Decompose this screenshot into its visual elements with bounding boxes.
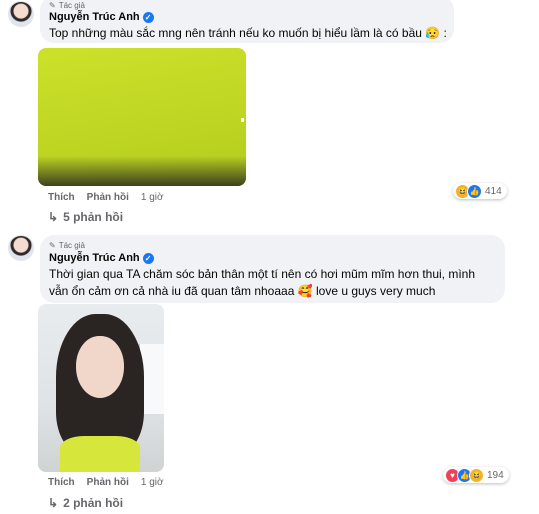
reaction-count: 194	[487, 469, 504, 481]
timestamp[interactable]: 1 giờ	[141, 477, 164, 488]
verified-badge-icon: ✓	[142, 252, 154, 264]
photo-highlight	[241, 118, 244, 122]
author-name[interactable]: Nguyễn Trúc Anh ✓	[49, 11, 154, 23]
photo-shirt	[60, 436, 140, 472]
replies-count-label: 2 phản hồi	[63, 496, 124, 510]
photo-shadow	[38, 156, 246, 186]
reaction-summary[interactable]: ♥ 👍 😆 194	[443, 467, 509, 483]
reply-button[interactable]: Phản hồi	[87, 192, 129, 203]
avatar[interactable]	[8, 235, 34, 261]
timestamp[interactable]: 1 giờ	[141, 192, 164, 203]
author-tag-label: Tác giả	[58, 1, 85, 10]
verified-badge-icon: ✓	[142, 11, 154, 23]
comment-actions: Thích Phản hồi 1 giờ	[48, 477, 164, 488]
reaction-count: 414	[485, 185, 502, 197]
author-tag: ✎ Tác giả	[49, 1, 85, 10]
author-tag-label: Tác giả	[58, 241, 85, 250]
reply-button[interactable]: Phản hồi	[87, 477, 129, 488]
comment-text-line-2: vẫn ổn cảm ơn cả nhà iu đã quan tâm nhoa…	[49, 284, 436, 298]
author-name-label: Nguyễn Trúc Anh	[49, 11, 140, 23]
pencil-icon: ✎	[49, 241, 56, 250]
author-name-label: Nguyễn Trúc Anh	[49, 252, 140, 264]
view-replies-link[interactable]: ↳ 2 phản hồi	[48, 496, 123, 510]
photo-face	[76, 336, 124, 398]
comment-photo[interactable]	[38, 304, 164, 472]
view-replies-link[interactable]: ↳ 5 phản hồi	[48, 210, 123, 224]
pencil-icon: ✎	[49, 1, 56, 10]
author-name[interactable]: Nguyễn Trúc Anh ✓	[49, 252, 154, 264]
like-button[interactable]: Thích	[48, 192, 75, 203]
reply-arrow-icon: ↳	[48, 496, 59, 510]
haha-reaction-icon: 😆	[469, 467, 484, 483]
comment-bubble: ✎ Tác giả Nguyễn Trúc Anh ✓ Top những mà…	[40, 0, 454, 43]
reaction-summary[interactable]: 😆 👍 414	[453, 183, 507, 199]
comment-actions: Thích Phản hồi 1 giờ	[48, 192, 164, 203]
like-reaction-icon: 👍	[467, 183, 482, 199]
replies-count-label: 5 phản hồi	[63, 210, 124, 224]
like-button[interactable]: Thích	[48, 477, 75, 488]
reply-arrow-icon: ↳	[48, 210, 59, 224]
comment-text: Top những màu sắc mng nên tránh nếu ko m…	[49, 26, 447, 40]
comment-bubble: ✎ Tác giả Nguyễn Trúc Anh ✓ Thời gian qu…	[40, 235, 505, 303]
comment-photo[interactable]	[38, 48, 246, 186]
avatar[interactable]	[8, 1, 34, 27]
author-tag: ✎ Tác giả	[49, 241, 85, 250]
comment-text-line-1: Thời gian qua TA chăm sóc bản thân một t…	[49, 267, 476, 281]
